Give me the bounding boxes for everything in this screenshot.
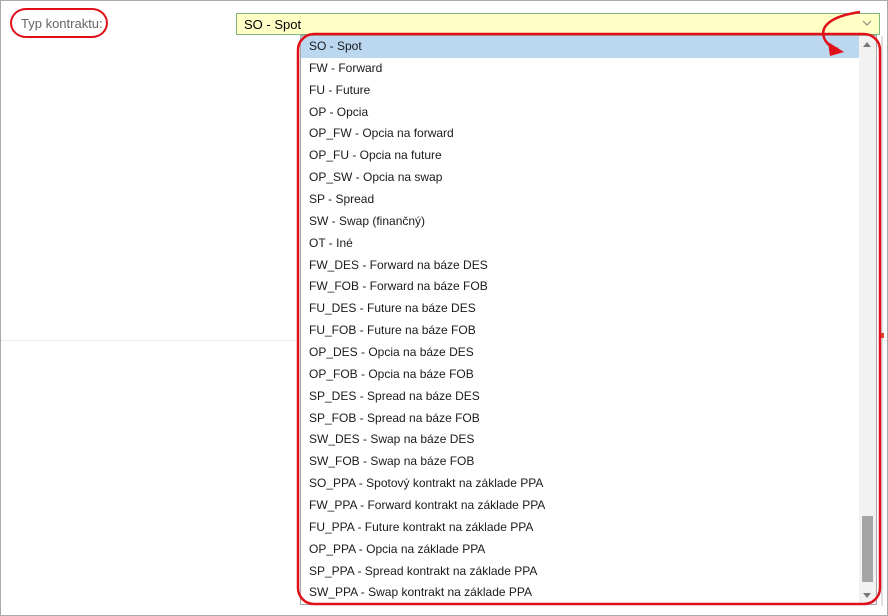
dropdown-option[interactable]: SW_DES - Swap na báze DES — [301, 429, 859, 451]
dropdown-option[interactable]: FU_PPA - Future kontrakt na základe PPA — [301, 517, 859, 539]
page-scrollbar-edge — [881, 36, 883, 606]
contract-type-selected-value: SO - Spot — [244, 17, 302, 32]
label-highlight-circle — [10, 8, 108, 38]
dropdown-option[interactable]: FU_DES - Future na báze DES — [301, 298, 859, 320]
contract-type-dropdown-list[interactable]: SO - Spot FW - Forward FU - Future OP - Opc… — [300, 35, 877, 605]
options-list: SO - Spot FW - Forward FU - Future OP - Opc… — [301, 36, 859, 604]
contract-type-select[interactable]: SO - Spot — [236, 13, 880, 35]
dropdown-option[interactable]: FU - Future — [301, 80, 859, 102]
dropdown-option[interactable]: OP - Opcia — [301, 102, 859, 124]
dropdown-option[interactable]: FW_PPA - Forward kontrakt na základe PPA — [301, 495, 859, 517]
scroll-down-arrow-icon[interactable] — [863, 593, 871, 598]
dropdown-option[interactable]: SW_FOB - Swap na báze FOB — [301, 451, 859, 473]
dropdown-option[interactable]: OP_FOB - Opcia na báze FOB — [301, 364, 859, 386]
dropdown-option[interactable]: FW_FOB - Forward na báze FOB — [301, 276, 859, 298]
dropdown-option[interactable]: SO - Spot — [301, 36, 859, 58]
dropdown-option[interactable]: SP - Spread — [301, 189, 859, 211]
scrollbar-thumb[interactable] — [862, 516, 873, 582]
dropdown-option[interactable]: FW - Forward — [301, 58, 859, 80]
dropdown-scrollbar[interactable] — [859, 36, 876, 604]
chevron-down-icon[interactable] — [861, 16, 873, 30]
dropdown-option[interactable]: OP_FU - Opcia na future — [301, 145, 859, 167]
dropdown-option[interactable]: OT - Iné — [301, 233, 859, 255]
dropdown-option[interactable]: SW - Swap (finančný) — [301, 211, 859, 233]
dropdown-option[interactable]: OP_FW - Opcia na forward — [301, 123, 859, 145]
dropdown-option[interactable]: OP_PPA - Opcia na základe PPA — [301, 539, 859, 561]
dropdown-option[interactable]: OP_SW - Opcia na swap — [301, 167, 859, 189]
dropdown-option[interactable]: SP_PPA - Spread kontrakt na základe PPA — [301, 561, 859, 583]
contract-type-row: Typ kontraktu: SO - Spot — [1, 1, 887, 39]
dropdown-option[interactable]: SP_FOB - Spread na báze FOB — [301, 408, 859, 430]
dropdown-option[interactable]: SP_DES - Spread na báze DES — [301, 386, 859, 408]
scroll-up-arrow-icon[interactable] — [863, 42, 871, 47]
page-marker — [881, 333, 884, 338]
dropdown-option[interactable]: SO_PPA - Spotový kontrakt na základe PPA — [301, 473, 859, 495]
dropdown-option[interactable]: FW_DES - Forward na báze DES — [301, 255, 859, 277]
dropdown-option[interactable]: SW_PPA - Swap kontrakt na základe PPA — [301, 582, 859, 604]
dropdown-option[interactable]: FU_FOB - Future na báze FOB — [301, 320, 859, 342]
dropdown-option[interactable]: OP_DES - Opcia na báze DES — [301, 342, 859, 364]
